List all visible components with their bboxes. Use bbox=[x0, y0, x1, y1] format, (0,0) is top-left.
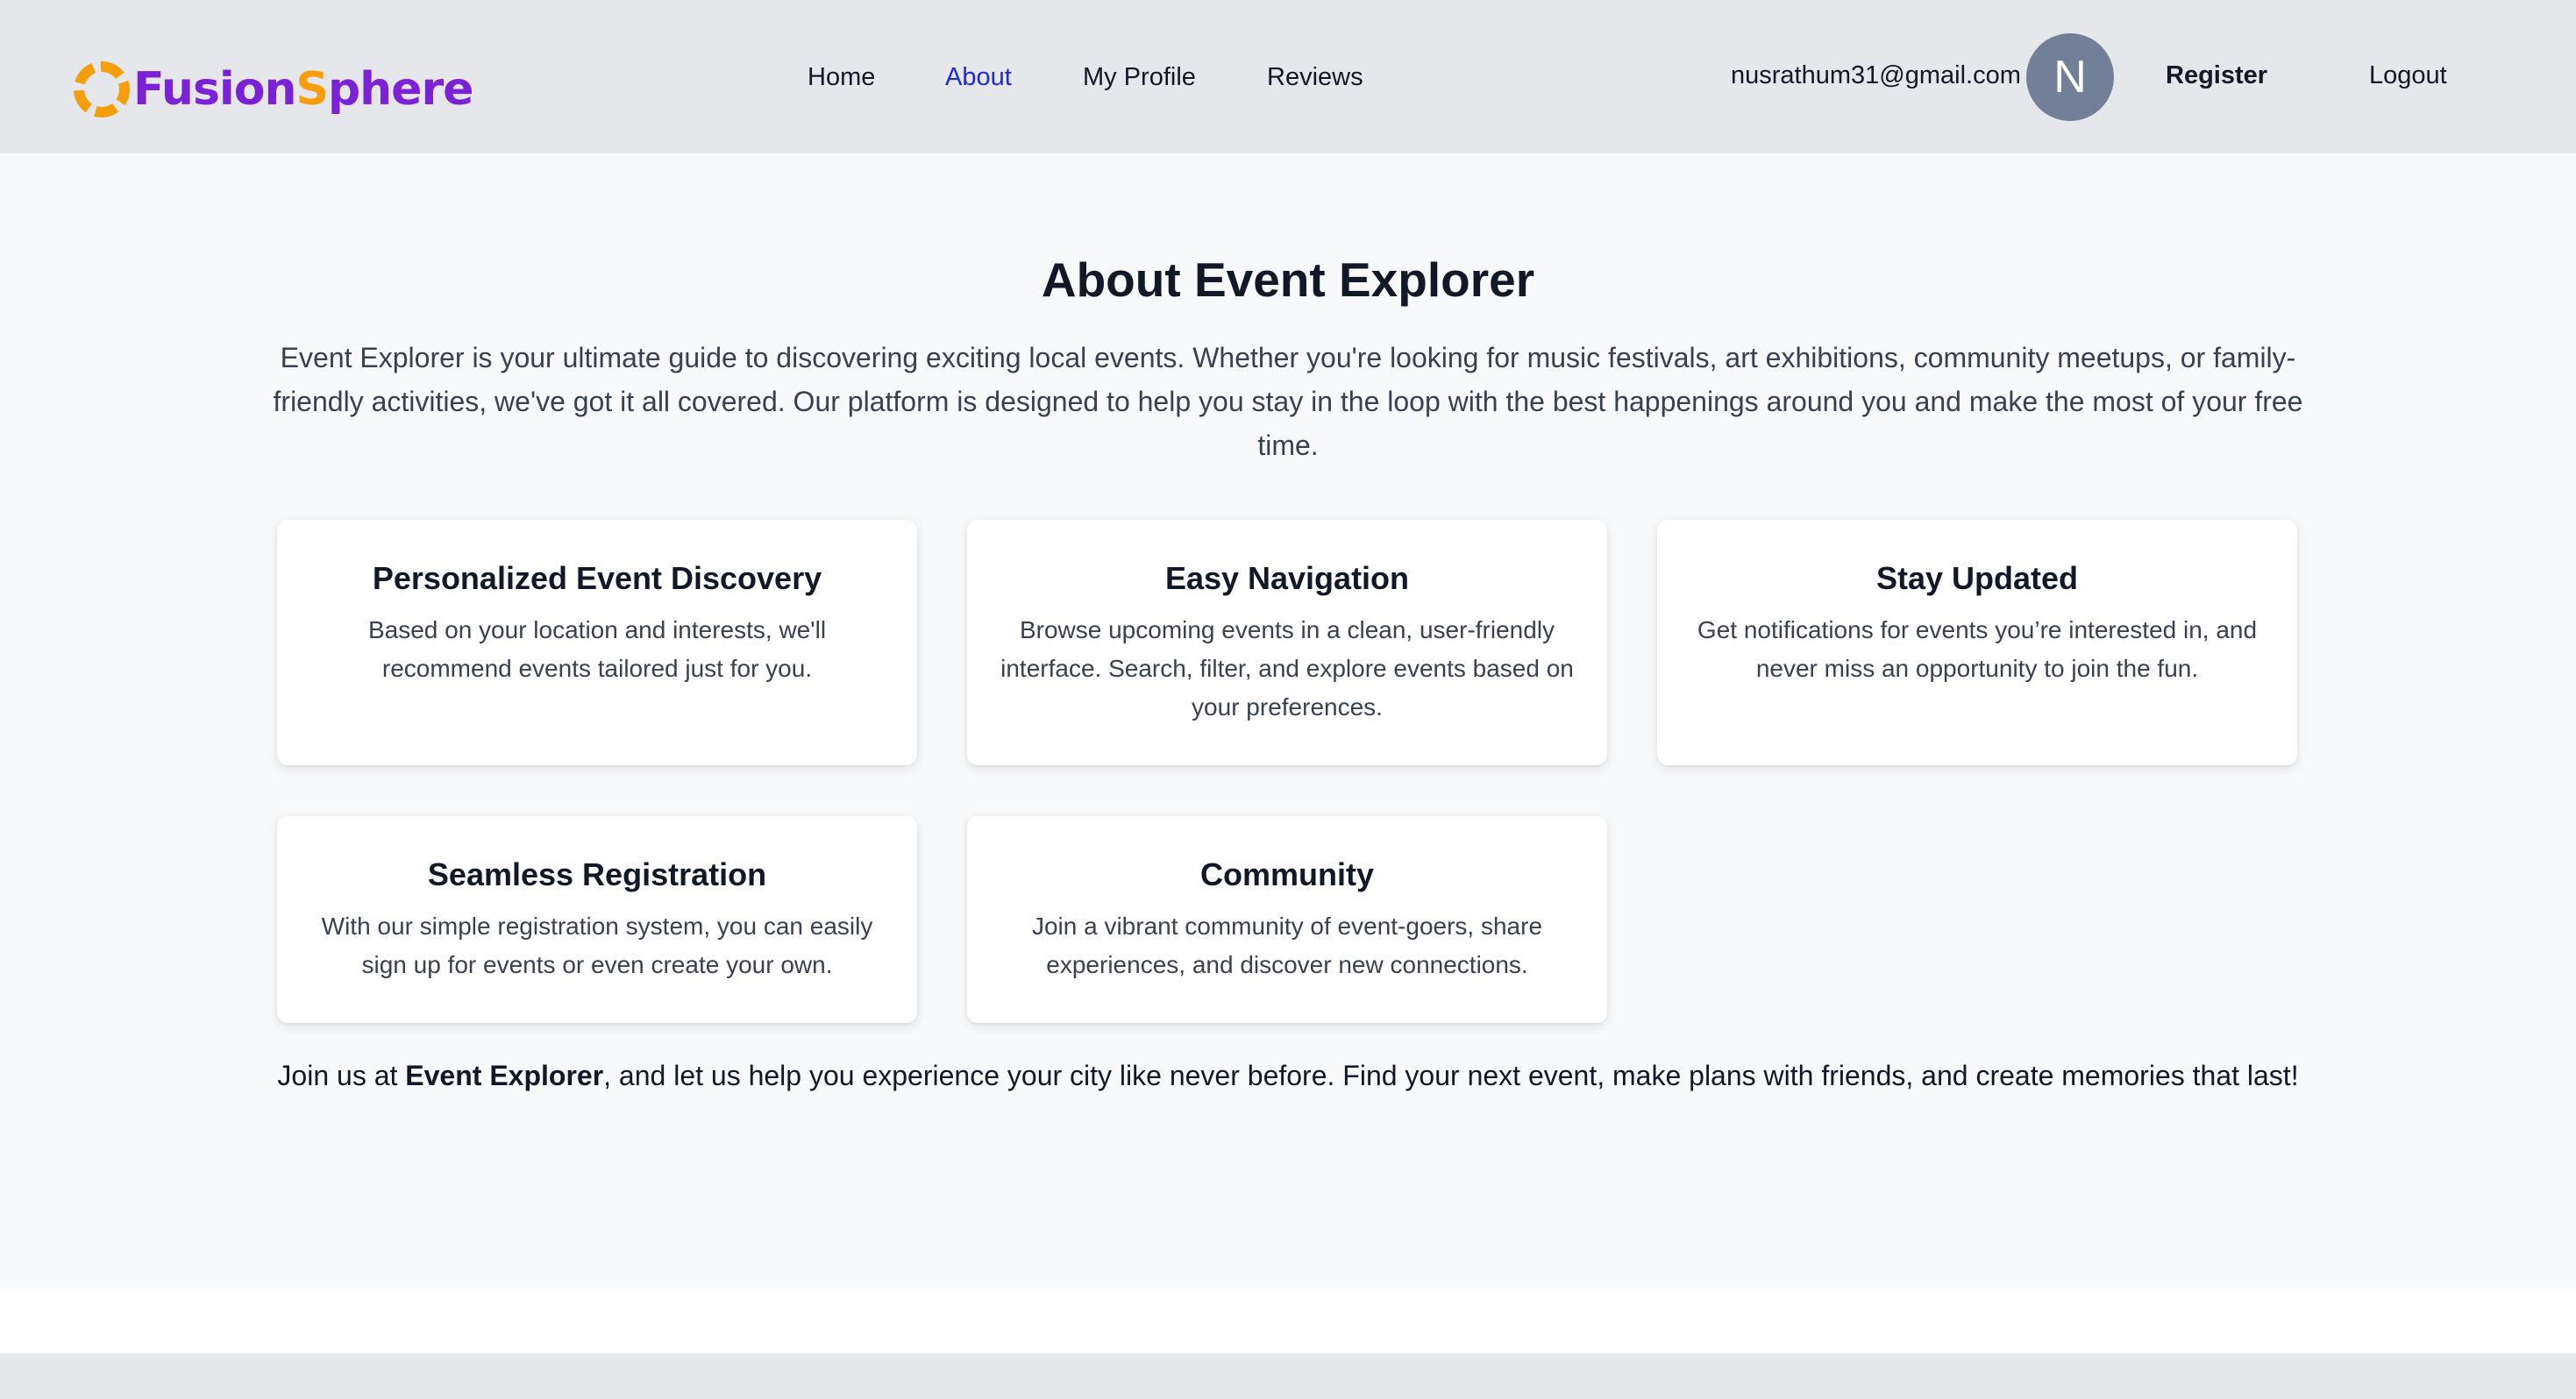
intro-text: Event Explorer is your ultimate guide to… bbox=[273, 342, 2303, 461]
nav-home[interactable]: Home bbox=[808, 63, 875, 92]
feature-text: Join a vibrant community of event-goers,… bbox=[1031, 913, 1543, 978]
feature-title: Community bbox=[1200, 856, 1374, 892]
nav-my-profile[interactable]: My Profile bbox=[1083, 63, 1196, 92]
nav-reviews[interactable]: Reviews bbox=[1267, 63, 1363, 92]
feature-title: Stay Updated bbox=[1875, 560, 2079, 596]
nav-about[interactable]: About bbox=[945, 63, 1012, 92]
feature-title: Easy Navigation bbox=[1164, 560, 1410, 596]
closing-text: Join us at Event Explorer, and let us he… bbox=[277, 1060, 2299, 1091]
feature-text: Get notifications for events you’re inte… bbox=[1697, 616, 2258, 682]
feature-card: Personalized Event Discovery Based on yo… bbox=[277, 520, 917, 765]
feature-card: Seamless Registration With our simple re… bbox=[277, 816, 917, 1023]
logout-button[interactable]: Logout bbox=[2369, 61, 2447, 90]
header: FusionSphere Home About My Profile Revie… bbox=[0, 0, 2576, 153]
user-email: nusrathum31@gmail.com bbox=[1731, 61, 2021, 89]
page-title: About Event Explorer bbox=[1041, 252, 1535, 307]
feature-text: Based on your location and interests, we… bbox=[367, 616, 827, 682]
feature-text: With our simple registration system, you… bbox=[321, 913, 873, 978]
about-section: About Event Explorer Event Explorer is y… bbox=[0, 153, 2576, 1289]
feature-card: Stay Updated Get notifications for event… bbox=[1657, 520, 2297, 765]
footer bbox=[0, 1353, 2576, 1399]
feature-card: Easy Navigation Browse upcoming events i… bbox=[967, 520, 1607, 765]
feature-card: Community Join a vibrant community of ev… bbox=[967, 816, 1607, 1023]
avatar[interactable]: N bbox=[2026, 33, 2114, 121]
register-button[interactable]: Register bbox=[2166, 61, 2267, 90]
feature-text: Browse upcoming events in a clean, user-… bbox=[1000, 616, 1574, 721]
feature-title: Personalized Event Discovery bbox=[372, 560, 822, 596]
feature-title: Seamless Registration bbox=[427, 856, 767, 892]
spacer bbox=[0, 1289, 2576, 1353]
